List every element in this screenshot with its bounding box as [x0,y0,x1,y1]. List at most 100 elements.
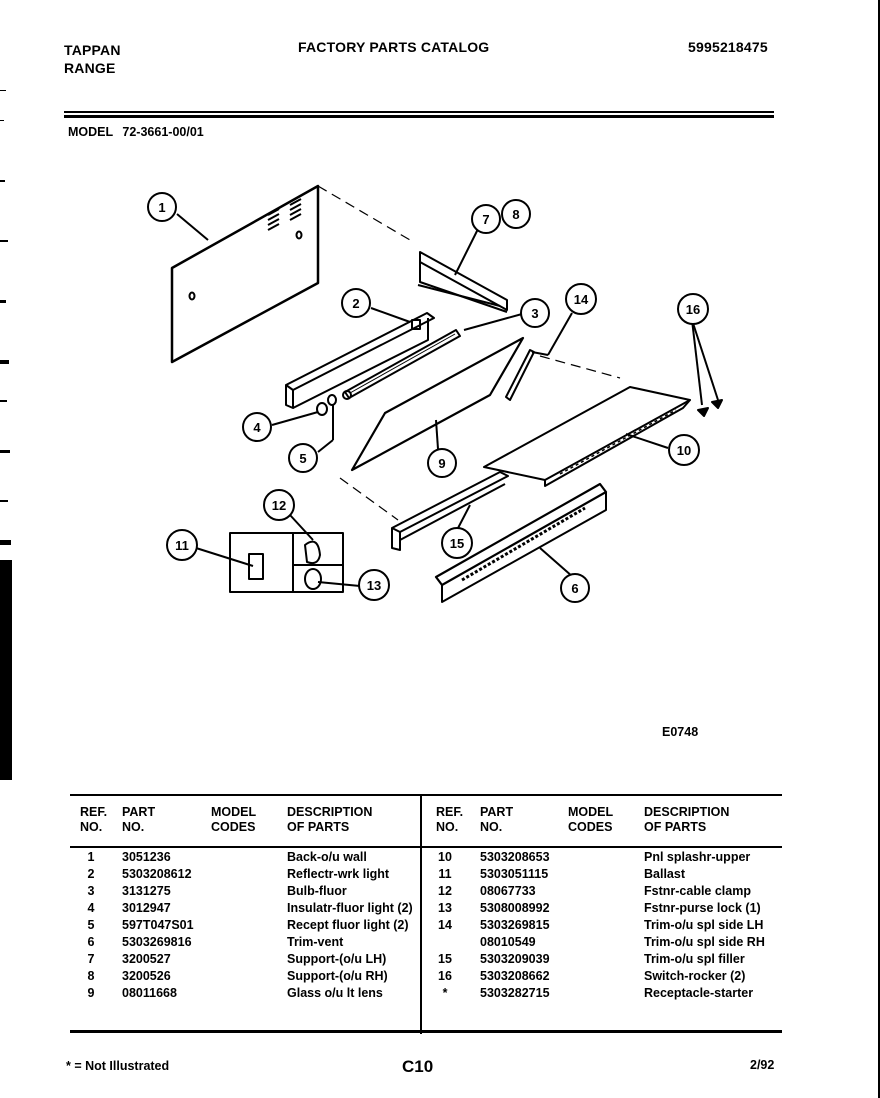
callout-5: 5 [288,443,318,473]
table-cell-part-no: 08010549 [480,935,536,949]
table-cell-description: Bulb-fluor [287,884,347,898]
table-cell-part-no: 5303269815 [480,918,550,932]
table-cell-part-no: 08011668 [122,986,177,1000]
part-rocker-switch-1 [697,407,709,417]
header-model-codes: MODEL CODES [211,805,257,834]
svg-text:14: 14 [574,292,589,307]
table-cell-ref-no: 12 [438,884,452,898]
table-cell-description: Ballast [644,867,685,881]
table-cell-description: Switch-rocker (2) [644,969,746,983]
table-cell-description: Trim-vent [287,935,344,949]
callout-14: 14 [565,283,597,315]
table-cell-ref-no: 3 [87,884,95,898]
svg-text:5: 5 [299,451,306,466]
table-cell-description: Support-(o/u LH) [287,952,387,966]
page-number: C10 [402,1057,434,1076]
table-cell-description: Pnl splashr-upper [644,850,751,864]
table-cell-part-no: 5303208653 [480,850,550,864]
table-cell-description: Fstnr-cable clamp [644,884,751,898]
header-part-no-right: PART NO. [480,805,514,834]
callout-11: 11 [166,529,198,561]
table-cell-ref-no: 4 [87,901,95,915]
table-cell-description: Trim-o/u spl side RH [644,935,765,949]
table-cell-part-no: 5303282715 [480,986,550,1000]
callout-13: 13 [358,569,390,601]
table-cell-description: Trim-o/u spl side LH [644,918,764,932]
header-part-no: PART NO. [122,805,156,834]
part-insulator [316,402,328,416]
callout-4: 4 [242,412,272,442]
callout-6: 6 [560,573,590,603]
table-cell-part-no: 3200527 [122,952,171,966]
part-bulb [342,329,461,400]
callout-10: 10 [668,434,700,466]
svg-text:3: 3 [531,306,538,321]
callout-9: 9 [427,448,457,478]
table-cell-description: Insulatr-fluor light (2) [287,901,413,915]
table-cell-ref-no: * [442,986,448,1000]
figure-code: E0748 [662,725,699,739]
header-ref-no: REF. NO. [80,805,108,834]
table-cell-part-no: 5303269816 [122,935,192,949]
part-rocker-switch-2 [711,399,723,409]
table-cell-ref-no: 5 [87,918,95,932]
callout-2: 2 [341,288,371,318]
table-cell-ref-no: 1 [87,850,95,864]
parts-table: REF. NO. PART NO. MODEL CODES DESCRIPTION OF… [70,794,782,1034]
table-cell-part-no: 5308008992 [480,901,550,915]
table-cell-part-no: 3200526 [122,969,171,983]
table-divider [420,794,422,1034]
svg-text:11: 11 [175,538,189,553]
table-cell-part-no: 5303051115 [480,867,549,881]
callout-3: 3 [520,298,550,328]
table-cell-ref-no: 7 [87,952,95,966]
table-cell-ref-no: 8 [87,969,95,983]
callout-12: 12 [263,489,295,521]
table-cell-ref-no: 2 [87,867,95,881]
table-cell-part-no: 3131275 [122,884,171,898]
header-description-right: DESCRIPTION OF PARTS [644,805,730,834]
table-cell-ref-no: 16 [438,969,452,983]
callout-15: 15 [441,527,473,559]
table-cell-ref-no: 14 [438,918,452,932]
svg-text:15: 15 [450,536,464,551]
table-cell-description: Reflectr-wrk light [287,867,390,881]
table-cell-part-no: 5303208612 [122,867,192,881]
table-cell-part-no: 3012947 [122,901,171,915]
footnote-not-illustrated: * = Not Illustrated [66,1059,170,1073]
table-cell-description: Trim-o/u spl filler [644,952,745,966]
table-cell-ref-no: 13 [438,901,452,915]
table-cell-part-no: 597T047S01 [122,918,194,932]
table-cell-description: Receptacle-starter [644,986,754,1000]
part-splasher-panel [483,386,691,487]
svg-text:13: 13 [367,578,381,593]
svg-text:10: 10 [677,443,691,458]
table-cell-ref-no: 9 [87,986,95,1000]
header-model-codes-right: MODEL CODES [568,805,614,834]
callout-16: 16 [677,293,709,325]
svg-text:12: 12 [272,498,286,513]
callout-8: 8 [501,199,531,229]
svg-text:1: 1 [158,200,165,215]
header-ref-no-right: REF. NO. [436,805,464,834]
table-rule-top [70,794,782,796]
table-cell-ref-no: 10 [438,850,452,864]
table-cell-ref-no: 15 [438,952,452,966]
part-reflector [285,312,435,409]
table-cell-description: Fstnr-purse lock (1) [644,901,761,915]
table-rule-bottom [70,1030,782,1033]
part-back-wall [170,184,411,364]
table-cell-part-no: 08067733 [480,884,536,898]
svg-text:8: 8 [512,207,519,222]
table-cell-description: Back-o/u wall [287,850,367,864]
table-cell-ref-no: 6 [87,935,95,949]
svg-text:6: 6 [571,581,578,596]
svg-text:2: 2 [352,296,359,311]
part-side-trim [505,349,535,401]
svg-text:16: 16 [686,302,700,317]
header-description: DESCRIPTION OF PARTS [287,805,373,834]
callout-1: 1 [147,192,177,222]
svg-text:9: 9 [438,456,445,471]
revision-date: 2/92 [750,1058,775,1072]
table-rule-header [70,846,782,848]
